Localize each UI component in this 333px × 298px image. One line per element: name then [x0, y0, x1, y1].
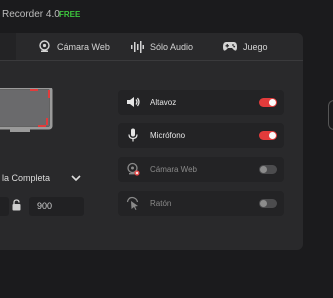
- tab-divider: [0, 60, 303, 61]
- app-title: Recorder 4.0: [2, 9, 60, 20]
- mode-tabs: Cámara Web Sólo Audio Juego: [0, 33, 303, 60]
- tab-webcam[interactable]: Cámara Web: [38, 33, 110, 60]
- height-field[interactable]: 900: [29, 197, 84, 216]
- tab-screen-selected[interactable]: [0, 33, 16, 60]
- tab-webcam-label: Cámara Web: [57, 41, 110, 52]
- height-value: 900: [37, 201, 53, 211]
- toggle-knob: [260, 200, 267, 207]
- speaker-toggle[interactable]: [259, 98, 277, 107]
- screen-mode-label: la Completa: [2, 173, 51, 183]
- title-bar: Recorder 4.0 FREE: [0, 0, 333, 30]
- screen-mode-dropdown[interactable]: la Completa: [0, 170, 84, 188]
- speaker-icon: [127, 97, 140, 107]
- device-label: Micrófono: [150, 131, 186, 140]
- waveform-icon: [131, 40, 144, 53]
- tab-audio-only-label: Sólo Audio: [150, 41, 194, 52]
- device-row-speaker[interactable]: Altavoz: [118, 90, 284, 115]
- tab-game-label: Juego: [243, 41, 268, 52]
- mouse-click-icon: [126, 196, 139, 210]
- free-badge: FREE: [59, 10, 81, 19]
- tab-audio-only[interactable]: Sólo Audio: [131, 33, 193, 60]
- tab-game[interactable]: Juego: [223, 33, 268, 60]
- width-field[interactable]: [0, 197, 9, 216]
- webcam-toggle[interactable]: [259, 165, 277, 174]
- device-label: Altavoz: [150, 98, 177, 107]
- device-label: Cámara Web: [150, 165, 197, 174]
- microphone-toggle[interactable]: [259, 131, 277, 140]
- gamepad-icon: [223, 42, 237, 51]
- monitor-icon[interactable]: [0, 88, 53, 134]
- toggle-knob: [260, 166, 267, 173]
- device-label: Ratón: [150, 199, 172, 208]
- microphone-icon: [128, 128, 138, 142]
- device-row-microphone[interactable]: Micrófono: [118, 123, 284, 148]
- chevron-down-icon: [71, 175, 81, 182]
- toggle-knob: [269, 99, 276, 106]
- lock-icon[interactable]: [12, 199, 21, 211]
- toggle-knob: [269, 132, 276, 139]
- side-panel-handle[interactable]: [328, 100, 333, 130]
- webcam-disabled-icon: [127, 162, 140, 176]
- webcam-icon: [39, 40, 50, 52]
- device-row-mouse[interactable]: Ratón: [118, 191, 284, 216]
- mouse-toggle[interactable]: [259, 199, 277, 208]
- device-row-webcam[interactable]: Cámara Web: [118, 157, 284, 182]
